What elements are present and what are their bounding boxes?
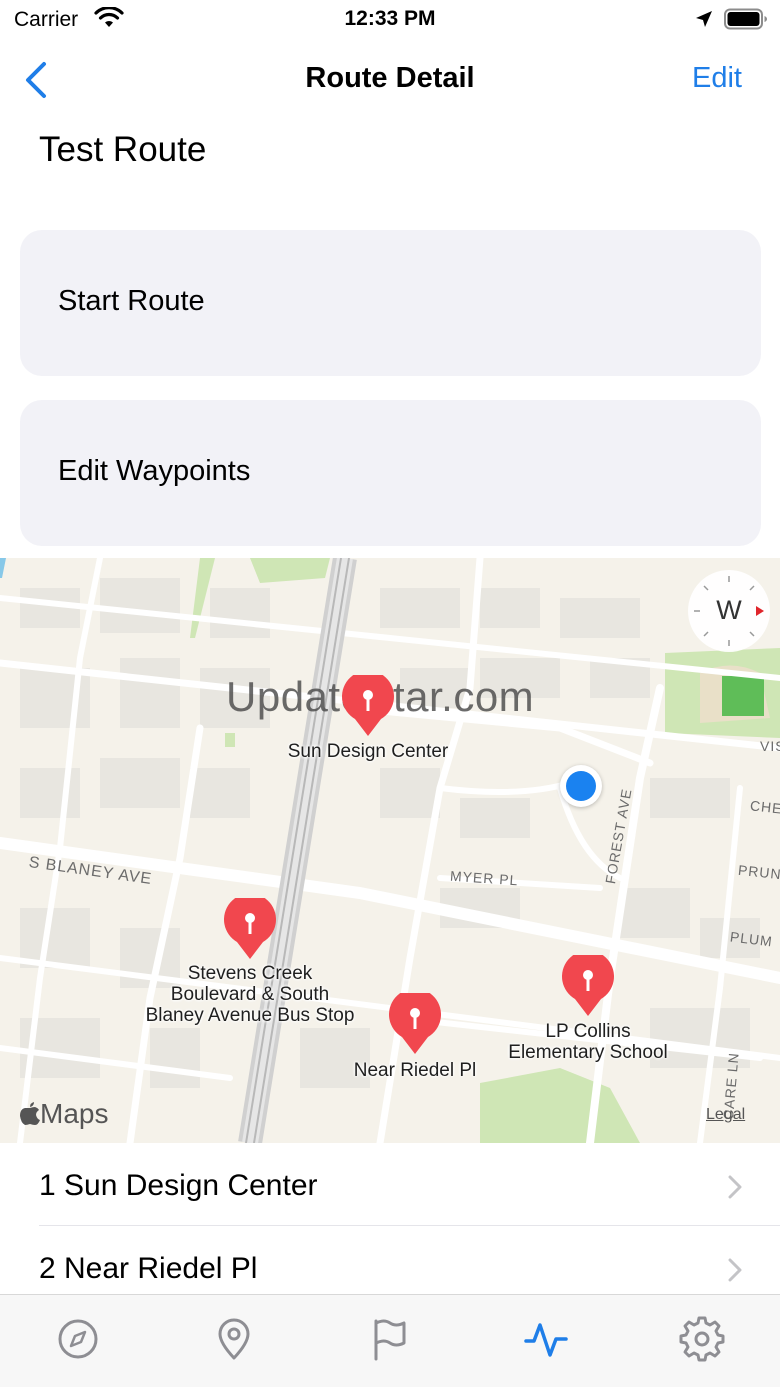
tab-activity[interactable] — [522, 1315, 570, 1363]
start-route-label: Start Route — [58, 285, 205, 317]
tab-bar — [0, 1294, 780, 1387]
tab-settings[interactable] — [678, 1315, 726, 1363]
map-pin-lp-collins[interactable] — [561, 950, 615, 1017]
route-map[interactable]: S BLANEY AVE MYER PL FOREST AVE PLUM PRU… — [0, 558, 780, 1143]
map-pin-bus-stop[interactable] — [223, 893, 277, 960]
chevron-right-icon — [728, 1175, 742, 1199]
map-label-lp-collins: LP Collins Elementary School — [508, 1021, 668, 1063]
waypoint-label: 2 Near Riedel Pl — [39, 1252, 258, 1285]
map-pin-icon — [218, 1318, 250, 1360]
status-bar: Carrier 12:33 PM — [0, 0, 780, 40]
map-label-bus-stop: Stevens Creek Boulevard & South Blaney A… — [145, 963, 355, 1026]
tab-compass[interactable] — [54, 1315, 102, 1363]
status-time: 12:33 PM — [344, 7, 436, 30]
maps-label: Maps — [40, 1098, 109, 1129]
compass-heading: W — [716, 595, 742, 625]
gear-icon — [679, 1316, 725, 1362]
map-pin-icon — [562, 950, 614, 1016]
row-divider — [39, 1225, 780, 1226]
apple-maps-logo: Maps — [20, 1098, 108, 1130]
battery-icon — [724, 8, 767, 30]
user-location-dot — [560, 765, 602, 807]
apple-logo-icon — [20, 1102, 40, 1125]
street-label-vis: VIS — [760, 738, 780, 754]
route-name: Test Route — [39, 130, 207, 169]
map-pin-icon — [389, 988, 441, 1054]
navigation-bar: Route Detail Edit — [0, 50, 780, 110]
page-title: Route Detail — [305, 62, 475, 94]
compass-icon — [58, 1319, 98, 1359]
map-pin-icon — [224, 893, 276, 959]
waypoint-label: 1 Sun Design Center — [39, 1169, 318, 1202]
legal-link[interactable]: Legal — [706, 1106, 745, 1124]
chevron-right-icon — [728, 1258, 742, 1282]
compass-button[interactable]: W — [688, 570, 770, 652]
map-pin-near-riedel[interactable] — [388, 988, 442, 1055]
map-label-sun-design-center: Sun Design Center — [287, 741, 449, 762]
activity-icon — [524, 1323, 568, 1357]
edit-button[interactable]: Edit — [692, 62, 742, 95]
start-route-button[interactable]: Start Route — [20, 230, 761, 376]
edit-waypoints-label: Edit Waypoints — [58, 455, 251, 487]
map-pin-icon — [342, 670, 394, 736]
edit-waypoints-button[interactable]: Edit Waypoints — [20, 400, 761, 546]
flag-icon — [374, 1319, 406, 1361]
tab-places[interactable] — [210, 1315, 258, 1363]
map-label-near-riedel: Near Riedel Pl — [353, 1060, 477, 1081]
waypoint-row[interactable]: 1 Sun Design Center — [0, 1145, 780, 1225]
map-pin-sun-design-center[interactable] — [341, 670, 395, 737]
street-label-che: CHE — [749, 797, 780, 817]
tab-routes[interactable] — [366, 1315, 414, 1363]
location-arrow-icon — [696, 11, 712, 27]
